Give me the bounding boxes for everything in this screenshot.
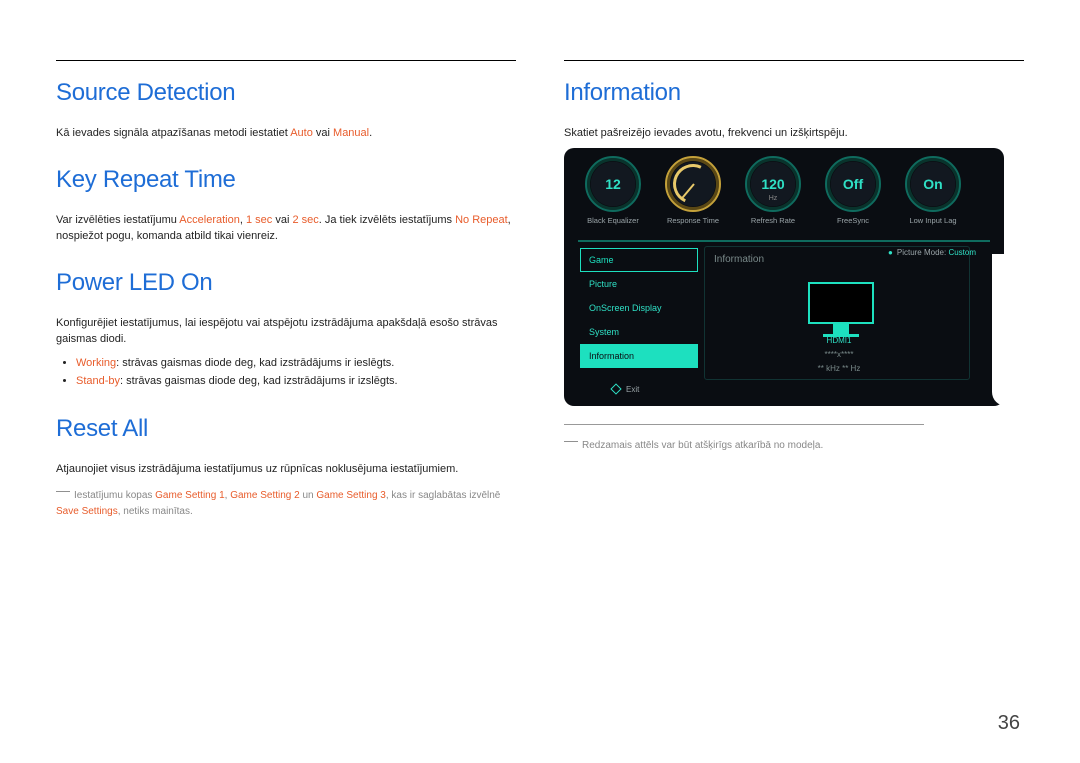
para-key-repeat: Var izvēlēties iestatījumu Acceleration,…: [56, 212, 516, 245]
para-power-led: Konfigurējiet iestatījumus, lai iespējot…: [56, 315, 516, 348]
para-source-detection: Kā ievades signāla atpazīšanas metodi ie…: [56, 125, 516, 142]
osd-exit: Exit: [612, 384, 639, 394]
heading-source-detection: Source Detection: [56, 79, 516, 107]
osd-side-menu: Game Picture OnScreen Display System Inf…: [580, 248, 698, 368]
para-information: Skatiet pašreizējo ievades avotu, frekve…: [564, 125, 1024, 142]
figure-note: ―Redzamais attēls var būt atšķirīgs atka…: [564, 433, 1024, 454]
para-reset-all: Atjaunojiet visus izstrādājuma iestatīju…: [56, 461, 516, 478]
dial-black-equalizer: 12 Black Equalizer: [580, 156, 646, 225]
monitor-icon: [808, 282, 874, 337]
dial-response-time: Response Time: [660, 156, 726, 225]
heading-key-repeat: Key Repeat Time: [56, 166, 516, 194]
heading-reset-all: Reset All: [56, 415, 516, 443]
footnote-reset-all: ―Iestatījumu kopas Game Setting 1, Game …: [56, 483, 516, 519]
osd-screenshot: 12 Black Equalizer Response Time 120Hz R…: [564, 148, 1004, 406]
page-number: 36: [998, 712, 1020, 735]
dial-freesync: Off FreeSync: [820, 156, 886, 225]
osd-info-source: HDMI1: [714, 336, 964, 345]
osd-panel-title: Information: [714, 254, 764, 265]
dial-refresh-rate: 120Hz Refresh Rate: [740, 156, 806, 225]
divider-right: [564, 60, 1024, 61]
divider-left: [56, 60, 516, 61]
osd-info-resolution: ****x****: [714, 350, 964, 359]
figure-divider: [564, 424, 924, 425]
heading-information: Information: [564, 79, 1024, 107]
dial-low-input-lag: On Low Input Lag: [900, 156, 966, 225]
osd-info-freq: ** kHz ** Hz: [714, 364, 964, 373]
heading-power-led: Power LED On: [56, 269, 516, 297]
osd-picture-mode: ●Picture Mode: Custom: [888, 248, 976, 257]
list-power-led: Working: strāvas gaismas diode deg, kad …: [56, 354, 516, 391]
